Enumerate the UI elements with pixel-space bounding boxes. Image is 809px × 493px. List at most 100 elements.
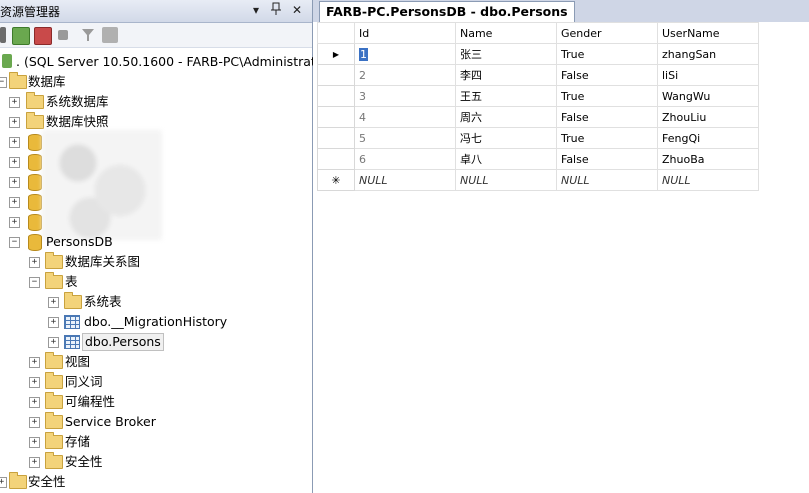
table-row[interactable]: 4 周六 False ZhouLiu xyxy=(317,106,759,128)
grid-cell-value: 1 xyxy=(359,47,368,61)
grid-cell[interactable]: True xyxy=(556,85,658,107)
table-row[interactable]: 3 王五 True WangWu xyxy=(317,85,759,107)
database-icon xyxy=(28,154,42,171)
filter-icon[interactable] xyxy=(80,27,96,43)
grid-cell[interactable]: 王五 xyxy=(455,85,557,107)
tree-label-tables: 表 xyxy=(65,274,78,289)
tree-label-programmability: 可编程性 xyxy=(65,394,116,409)
expand-icon[interactable]: + xyxy=(9,97,20,108)
dropdown-arrow-icon[interactable] xyxy=(0,27,6,43)
expand-icon[interactable]: + xyxy=(48,297,59,308)
expand-icon[interactable]: + xyxy=(29,257,40,268)
column-header[interactable]: Gender xyxy=(556,22,658,44)
row-header[interactable] xyxy=(317,64,355,86)
expand-icon[interactable]: + xyxy=(0,477,7,488)
grid-cell[interactable]: liSi xyxy=(657,64,759,86)
folder-icon xyxy=(9,72,27,89)
row-header[interactable] xyxy=(317,85,355,107)
folder-icon xyxy=(64,292,82,309)
collapse-icon[interactable]: − xyxy=(29,277,40,288)
expand-icon[interactable]: + xyxy=(29,417,40,428)
folder-icon xyxy=(26,112,44,129)
grid-cell[interactable]: 4 xyxy=(354,106,456,128)
expand-icon[interactable]: + xyxy=(9,217,20,228)
column-header[interactable]: UserName xyxy=(657,22,759,44)
expand-icon[interactable]: + xyxy=(9,137,20,148)
tree-label-personsdb: PersonsDB xyxy=(46,234,113,249)
grid-cell[interactable]: False xyxy=(556,148,658,170)
grid-cell[interactable]: 卓八 xyxy=(455,148,557,170)
dropdown-icon[interactable]: ▾ xyxy=(248,2,264,18)
connect-icon[interactable] xyxy=(12,27,30,45)
folder-icon xyxy=(45,372,63,389)
database-icon xyxy=(28,174,42,191)
row-header[interactable] xyxy=(317,106,355,128)
expand-icon[interactable]: + xyxy=(48,317,59,328)
grid-cell[interactable]: True xyxy=(556,127,658,149)
tree-label-snapshots: 数据库快照 xyxy=(46,114,109,129)
grid-cell[interactable]: NULL xyxy=(455,169,557,191)
folder-icon xyxy=(26,92,44,109)
expand-icon[interactable]: + xyxy=(29,437,40,448)
server-icon xyxy=(2,54,12,68)
table-row[interactable]: 2 李四 False liSi xyxy=(317,64,759,86)
tree-label-diagrams: 数据库关系图 xyxy=(65,254,141,269)
column-header[interactable]: Name xyxy=(455,22,557,44)
disconnect-icon[interactable] xyxy=(34,27,52,45)
column-header[interactable]: Id xyxy=(354,22,456,44)
grid-cell[interactable]: ZhouLiu xyxy=(657,106,759,128)
grid-cell[interactable]: NULL xyxy=(657,169,759,191)
grid-cell[interactable]: False xyxy=(556,64,658,86)
pin-icon[interactable] xyxy=(268,2,284,18)
tree-label-storage: 存储 xyxy=(65,434,91,449)
expand-icon[interactable]: + xyxy=(9,157,20,168)
table-row[interactable]: 5 冯七 True FengQi xyxy=(317,127,759,149)
grid-cell[interactable]: 1 xyxy=(354,43,456,65)
grid-cell[interactable]: FengQi xyxy=(657,127,759,149)
row-header-corner xyxy=(317,22,355,44)
tree-label-system-tables: 系统表 xyxy=(84,294,122,309)
row-header[interactable] xyxy=(317,148,355,170)
collapse-icon[interactable]: − xyxy=(0,77,7,88)
results-grid-area: Id Name Gender UserName ▶ 1 张三 True zhan… xyxy=(313,22,809,493)
grid-cell[interactable]: 冯七 xyxy=(455,127,557,149)
close-icon[interactable]: ✕ xyxy=(289,2,305,18)
grid-cell[interactable]: 2 xyxy=(354,64,456,86)
new-row[interactable]: ✳ NULL NULL NULL NULL xyxy=(317,169,759,191)
grid-cell[interactable]: NULL xyxy=(556,169,658,191)
expand-icon[interactable]: + xyxy=(29,377,40,388)
grid-cell[interactable]: zhangSan xyxy=(657,43,759,65)
grid-cell[interactable]: True xyxy=(556,43,658,65)
folder-icon xyxy=(45,412,63,429)
grid-cell[interactable]: 5 xyxy=(354,127,456,149)
grid-cell[interactable]: WangWu xyxy=(657,85,759,107)
new-row-marker-icon[interactable]: ✳ xyxy=(317,169,355,191)
document-tab[interactable]: FARB-PC.PersonsDB - dbo.Persons xyxy=(319,1,575,22)
expand-icon[interactable]: + xyxy=(9,117,20,128)
grid-cell[interactable]: ZhuoBa xyxy=(657,148,759,170)
expand-icon[interactable]: + xyxy=(29,357,40,368)
expand-icon[interactable]: + xyxy=(48,337,59,348)
grid-cell[interactable]: 周六 xyxy=(455,106,557,128)
grid-cell[interactable]: False xyxy=(556,106,658,128)
expand-icon[interactable]: + xyxy=(29,397,40,408)
expand-icon[interactable]: + xyxy=(9,177,20,188)
grid-cell[interactable]: NULL xyxy=(354,169,456,191)
current-row-marker-icon[interactable]: ▶ xyxy=(317,43,355,65)
folder-icon xyxy=(45,452,63,469)
explorer-title-bar: 资源管理器 ▾ ✕ xyxy=(0,0,312,23)
refresh-icon[interactable] xyxy=(102,27,118,43)
grid-cell[interactable]: 李四 xyxy=(455,64,557,86)
results-grid: Id Name Gender UserName ▶ 1 张三 True zhan… xyxy=(317,22,759,191)
stop-icon[interactable] xyxy=(58,30,68,40)
grid-cell[interactable]: 张三 xyxy=(455,43,557,65)
grid-cell[interactable]: 3 xyxy=(354,85,456,107)
collapse-icon[interactable]: − xyxy=(9,237,20,248)
row-header[interactable] xyxy=(317,127,355,149)
folder-icon xyxy=(45,432,63,449)
table-row[interactable]: 6 卓八 False ZhuoBa xyxy=(317,148,759,170)
table-row[interactable]: ▶ 1 张三 True zhangSan xyxy=(317,43,759,65)
expand-icon[interactable]: + xyxy=(9,197,20,208)
expand-icon[interactable]: + xyxy=(29,457,40,468)
grid-cell[interactable]: 6 xyxy=(354,148,456,170)
